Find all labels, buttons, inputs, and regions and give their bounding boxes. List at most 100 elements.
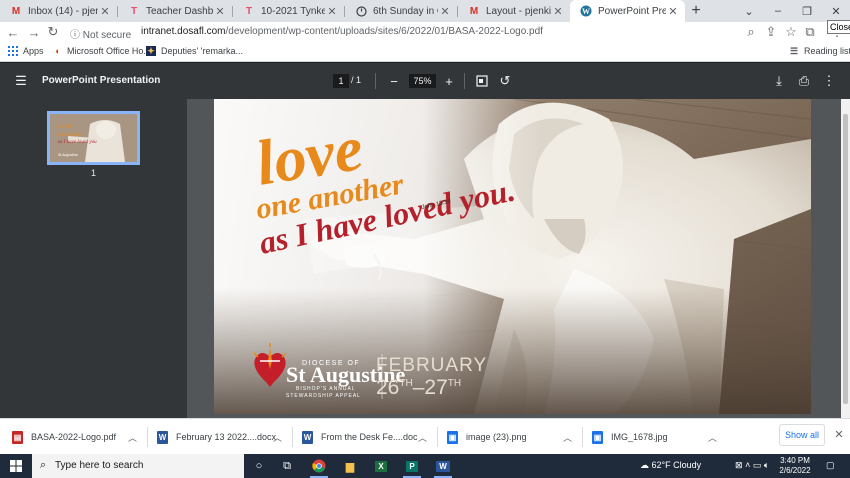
bookmark-deputies[interactable]: ✦ Deputies' 'remarka... [146, 46, 243, 56]
chrome-taskbar-icon[interactable] [306, 454, 332, 478]
close-tab-icon[interactable]: ✕ [666, 5, 680, 18]
download-item[interactable]: ▣ IMG_1678.jpg [592, 419, 668, 455]
volume-icon[interactable]: 🔈︎ [764, 460, 769, 470]
chevron-up-icon[interactable]: ︿ [273, 431, 282, 444]
close-tab-icon[interactable]: ✕ [325, 5, 339, 18]
download-item[interactable]: ▤ BASA-2022-Logo.pdf [12, 419, 116, 455]
close-downloads-icon[interactable]: ✕ [833, 428, 845, 442]
more-options-icon[interactable]: ⋮ [820, 72, 838, 90]
windows-start-icon[interactable] [10, 460, 22, 472]
bookmark-star-icon[interactable]: ☆ [782, 23, 800, 41]
reading-list-icon: ☰ [789, 45, 799, 56]
zoom-input[interactable]: 75% [409, 74, 436, 88]
minimize-button[interactable]: – [764, 0, 792, 22]
web-icon [355, 5, 367, 17]
page-total: / 1 [351, 75, 362, 85]
chevron-up-icon[interactable]: ︿ [563, 431, 572, 444]
reading-list-button[interactable]: ☰ Reading list [789, 45, 850, 57]
system-clock[interactable]: 3:40 PM 2/6/2022 [773, 456, 817, 476]
tab-powerpoint-presentation[interactable]: W PowerPoint Presentati ✕ [570, 0, 685, 22]
bookmark-office[interactable]: ◖ Microsoft Office Ho... [52, 46, 151, 56]
show-all-downloads-button[interactable]: Show all [779, 424, 825, 446]
maximize-button[interactable]: ❐ [793, 0, 821, 22]
weather-widget[interactable]: ☁ 62°F Cloudy [640, 460, 701, 471]
tab-6th-sunday[interactable]: 6th Sunday in Ordina ✕ [345, 0, 457, 22]
notification-center-icon[interactable]: ▢ [826, 460, 835, 471]
tab-gmail-inbox[interactable]: M Inbox (14) - pjenkins@ ✕ [0, 0, 117, 22]
apps-label: Apps [23, 46, 44, 56]
clock-time: 3:40 PM [780, 456, 810, 465]
wordpress-icon: W [580, 5, 592, 17]
sidebar-menu-icon[interactable]: ☰ [12, 72, 30, 90]
office-icon: ◖ [54, 46, 60, 56]
reload-icon[interactable]: ↻ [44, 23, 62, 41]
zoom-in-icon[interactable]: + [440, 72, 458, 90]
deputies-icon: ✦ [146, 45, 156, 56]
word-icon[interactable]: W [430, 454, 456, 478]
share-icon[interactable]: ⇪ [762, 23, 780, 41]
fit-to-page-icon[interactable] [473, 72, 491, 90]
tab-title: Layout - pjenkins@se [486, 5, 551, 17]
tab-strip: M Inbox (14) - pjenkins@ ✕ T Teacher Das… [0, 0, 850, 22]
extensions-icon[interactable]: ⧉ [801, 23, 819, 41]
page-number-input[interactable]: 1 [333, 74, 349, 88]
tray-icon[interactable]: ⊠ [735, 460, 743, 470]
close-tooltip: Close [827, 20, 850, 34]
divider [375, 73, 376, 89]
clock-date: 2/6/2022 [779, 466, 811, 475]
close-window-button[interactable]: ✕ [822, 0, 850, 22]
cortana-icon[interactable]: ○ [246, 454, 272, 478]
tab-title: 10-2021 Tynker: Quic [261, 5, 325, 17]
forward-arrow-icon[interactable]: → [25, 23, 43, 41]
download-icon[interactable]: ⤓ [770, 72, 788, 90]
chevron-up-icon[interactable]: ︿ [128, 431, 137, 444]
chevron-up-icon[interactable]: ˄ [745, 460, 753, 470]
chevron-up-icon[interactable]: ︿ [418, 431, 427, 444]
tab-title: PowerPoint Presentati [598, 5, 666, 17]
rotate-icon[interactable]: ↺ [496, 72, 514, 90]
close-tab-icon[interactable]: ✕ [438, 5, 452, 18]
zoom-out-icon[interactable]: − [385, 72, 403, 90]
url-host: intranet.dosafl.com [141, 26, 226, 37]
slide-appeal-line1: BISHOP'S ANNUAL [296, 386, 356, 392]
tynker-icon: T [130, 5, 138, 17]
taskbar-search-box[interactable]: ⌕ Type here to search [32, 454, 244, 478]
file-explorer-icon[interactable]: ▆ [337, 454, 363, 478]
close-tab-icon[interactable]: ✕ [551, 5, 565, 18]
scrollbar-thumb[interactable] [843, 114, 848, 404]
download-item[interactable]: ▣ image (23).png [447, 419, 527, 455]
close-tab-icon[interactable]: ✕ [213, 5, 227, 18]
network-icon[interactable]: ▭ [753, 460, 762, 470]
excel-icon[interactable]: X [368, 454, 394, 478]
info-icon: ⓘ [70, 30, 80, 41]
download-item[interactable]: W February 13 2022....docx [157, 419, 276, 455]
address-bar[interactable]: intranet.dosafl.com/development/wp-conte… [141, 26, 543, 37]
search-icon[interactable]: ⌕ [742, 23, 760, 41]
download-filename: BASA-2022-Logo.pdf [31, 432, 117, 442]
tab-teacher-dashboard[interactable]: T Teacher Dashboard - ✕ [118, 0, 232, 22]
not-secure-indicator[interactable]: ⓘ Not secure [70, 26, 131, 41]
tab-layout-gmail[interactable]: M Layout - pjenkins@se ✕ [458, 0, 570, 22]
tab-title: 6th Sunday in Ordina [373, 5, 438, 17]
tab-tynker-quiz[interactable]: T 10-2021 Tynker: Quic ✕ [233, 0, 344, 22]
slide-appeal-line2: STEWARDSHIP APPEAL [286, 393, 361, 399]
download-item[interactable]: W From the Desk Fe....doc [302, 419, 418, 455]
download-filename: February 13 2022....docx [176, 432, 277, 442]
close-tab-icon[interactable]: ✕ [98, 5, 112, 18]
chevron-up-icon[interactable]: ︿ [708, 431, 717, 444]
page-thumbnail[interactable]: love one another as I have loved you St … [47, 111, 140, 165]
tab-title: Teacher Dashboard - [146, 5, 213, 17]
apps-bookmark[interactable]: Apps [8, 46, 44, 56]
reading-list-label: Reading list [804, 46, 850, 56]
publisher-icon[interactable]: P [399, 454, 425, 478]
pdf-toolbar: ☰ PowerPoint Presentation 1 / 1 − 75% + … [0, 63, 850, 99]
print-icon[interactable]: ⎙ [795, 72, 813, 90]
svg-text:St Augustine: St Augustine [58, 153, 78, 157]
tab-search-icon[interactable]: ⌄ [735, 0, 763, 22]
task-view-icon[interactable]: ⧉ [274, 454, 300, 478]
back-arrow-icon[interactable]: ← [4, 23, 22, 41]
weather-text: 62°F Cloudy [651, 460, 702, 470]
divider [464, 73, 465, 89]
new-tab-button[interactable]: + [687, 0, 705, 22]
notification-icons[interactable]: ⊠ ˄ ▭ 🔈︎ [735, 460, 769, 471]
